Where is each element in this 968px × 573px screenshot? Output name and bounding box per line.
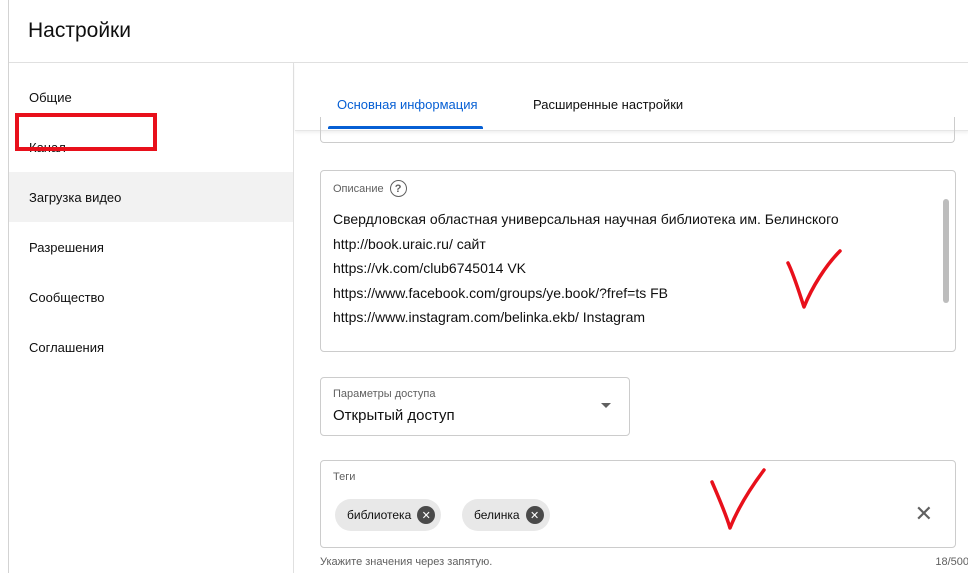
tags-counter: 18/500 bbox=[935, 556, 968, 568]
visibility-value: Открытый доступ bbox=[333, 407, 455, 424]
sidebar-item-label: Сообщество bbox=[29, 289, 105, 305]
tag-chip: библиотека ✕ bbox=[335, 499, 442, 531]
checkmark-annotation-icon bbox=[710, 468, 766, 530]
sidebar-item-label: Общие bbox=[29, 89, 72, 105]
settings-main-panel: Основная информация Расширенные настройк… bbox=[295, 63, 968, 573]
description-line: Свердловская областная универсальная нау… bbox=[333, 211, 839, 227]
remove-tag-icon[interactable]: ✕ bbox=[525, 506, 544, 524]
description-label-row: Описание ? bbox=[333, 180, 407, 197]
tab-basic-info[interactable]: Основная информация bbox=[337, 97, 478, 112]
tags-label: Теги bbox=[333, 471, 356, 483]
dropdown-arrow-icon bbox=[601, 403, 611, 408]
sidebar-item-label: Загрузка видео bbox=[29, 189, 122, 205]
previous-field-bottom bbox=[320, 117, 955, 143]
highlight-box bbox=[15, 113, 157, 151]
checkmark-annotation-icon bbox=[786, 249, 842, 309]
sidebar-item-permissions[interactable]: Разрешения bbox=[9, 222, 293, 272]
sidebar-item-label: Разрешения bbox=[29, 239, 104, 255]
sidebar-item-community[interactable]: Сообщество bbox=[9, 272, 293, 322]
page-title: Настройки bbox=[28, 19, 131, 42]
tags-hint: Укажите значения через запятую. bbox=[320, 556, 493, 568]
description-scrollbar[interactable] bbox=[943, 199, 949, 303]
tag-chip: белинка ✕ bbox=[462, 499, 550, 531]
sidebar-item-label: Соглашения bbox=[29, 339, 105, 355]
dialog-header: Настройки bbox=[9, 0, 968, 63]
visibility-label: Параметры доступа bbox=[333, 388, 436, 400]
remove-tag-icon[interactable]: ✕ bbox=[417, 506, 436, 524]
tag-chip-label: библиотека bbox=[347, 508, 412, 522]
visibility-select[interactable]: Параметры доступа Открытый доступ bbox=[320, 377, 630, 436]
help-icon[interactable]: ? bbox=[389, 180, 407, 197]
tab-advanced-settings[interactable]: Расширенные настройки bbox=[533, 97, 683, 112]
sidebar-item-upload-defaults[interactable]: Загрузка видео bbox=[9, 172, 293, 222]
description-field[interactable]: Описание ? Свердловская областная универ… bbox=[320, 170, 956, 352]
tags-field[interactable]: Теги библиотека ✕ белинка ✕ ✕ bbox=[320, 460, 956, 548]
clear-tags-icon[interactable]: ✕ bbox=[915, 503, 933, 525]
description-label: Описание bbox=[333, 182, 384, 195]
tag-chip-label: белинка bbox=[474, 508, 520, 522]
sidebar-item-agreements[interactable]: Соглашения bbox=[9, 322, 293, 372]
